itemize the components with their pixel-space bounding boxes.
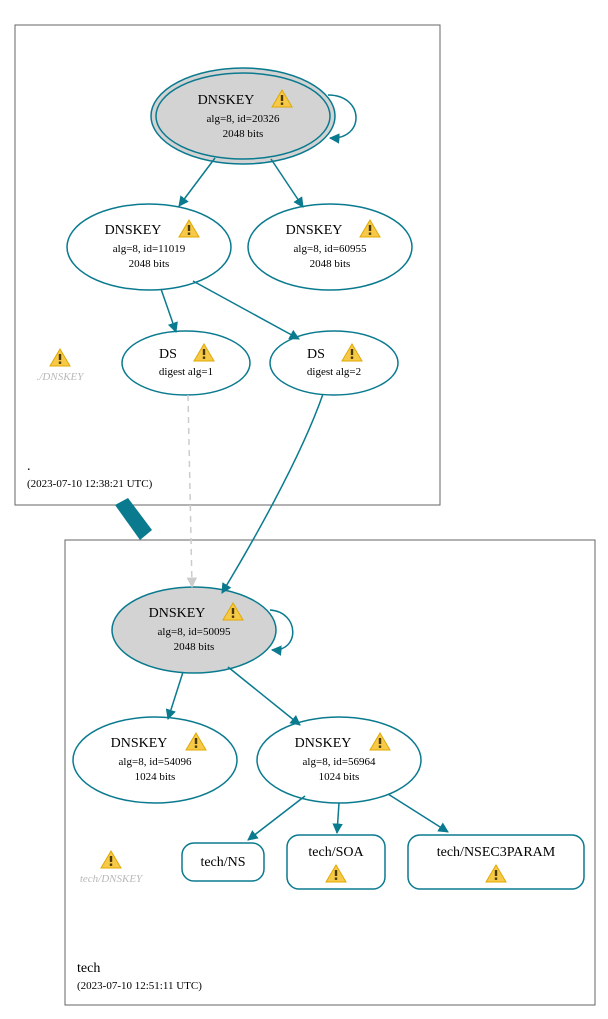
tech-soa-title: tech/SOA [308, 845, 364, 860]
edge-techksk-zsk2 [228, 667, 300, 725]
ds1-title: DS [159, 347, 177, 362]
tech-ksk-title: DNSKEY [149, 606, 206, 621]
root-zsk2-alg: alg=8, id=60955 [294, 243, 367, 255]
edge-rootksk-zsk1 [179, 158, 215, 206]
node-tech-ns: tech/NS [182, 843, 264, 881]
edge-zsk1-ds1 [161, 289, 176, 332]
ghost-tech-label: tech/DNSKEY [80, 873, 144, 885]
root-ksk-bits: 2048 bits [223, 128, 264, 140]
node-ds2: DS digest alg=2 [270, 331, 398, 395]
node-root-zsk2: DNSKEY alg=8, id=60955 2048 bits [248, 204, 412, 290]
root-zsk2-bits: 2048 bits [310, 258, 351, 270]
ds2-alg: digest alg=2 [307, 366, 361, 378]
node-ds1: DS digest alg=1 [122, 331, 250, 395]
root-zsk1-title: DNSKEY [105, 223, 162, 238]
tech-zsk1-title: DNSKEY [111, 736, 168, 751]
node-tech-nsec3param: tech/NSEC3PARAM [408, 835, 584, 889]
edge-zsk1-ds2 [193, 281, 299, 339]
ghost-root-label: ./DNSKEY [37, 371, 86, 383]
tech-zsk1-bits: 1024 bits [135, 771, 176, 783]
ghost-tech-dnskey: tech/DNSKEY [80, 851, 144, 885]
node-root-zsk1: DNSKEY alg=8, id=11019 2048 bits [67, 204, 231, 290]
tech-ksk-alg: alg=8, id=50095 [158, 626, 231, 638]
edge-zsk2-ns [248, 796, 305, 840]
warning-icon [101, 851, 121, 868]
edge-zsk2-soa [337, 803, 339, 833]
edge-ds1-techksk [188, 395, 192, 587]
warning-icon [50, 349, 70, 366]
node-tech-soa: tech/SOA [287, 835, 385, 889]
root-zsk1-bits: 2048 bits [129, 258, 170, 270]
tech-n3p-title: tech/NSEC3PARAM [437, 845, 556, 860]
zone-root-time: (2023-07-10 12:38:21 UTC) [27, 478, 153, 490]
tech-zsk2-alg: alg=8, id=56964 [303, 756, 376, 768]
node-tech-zsk1: DNSKEY alg=8, id=54096 1024 bits [73, 717, 237, 803]
zone-entry-arrow [115, 498, 152, 540]
edge-rootksk-zsk2 [271, 159, 303, 207]
tech-ksk-bits: 2048 bits [174, 641, 215, 653]
ds2-title: DS [307, 347, 325, 362]
tech-ns-title: tech/NS [200, 855, 245, 870]
edge-techksk-zsk1 [168, 672, 183, 719]
ds1-alg: digest alg=1 [159, 366, 213, 378]
node-root-ksk: DNSKEY alg=8, id=20326 2048 bits [151, 68, 335, 164]
node-tech-ksk: DNSKEY alg=8, id=50095 2048 bits [112, 587, 276, 673]
edge-zsk2-n3p [388, 794, 448, 832]
root-zsk1-alg: alg=8, id=11019 [113, 243, 186, 255]
root-ksk-alg: alg=8, id=20326 [207, 113, 280, 125]
tech-zsk2-title: DNSKEY [295, 736, 352, 751]
zone-root-name: . [27, 459, 31, 474]
root-zsk2-title: DNSKEY [286, 223, 343, 238]
root-ksk-title: DNSKEY [198, 93, 255, 108]
zone-tech-time: (2023-07-10 12:51:11 UTC) [77, 980, 202, 992]
tech-zsk1-alg: alg=8, id=54096 [119, 756, 192, 768]
edge-ds2-techksk [222, 394, 323, 593]
tech-zsk2-bits: 1024 bits [319, 771, 360, 783]
ghost-root-dnskey: ./DNSKEY [37, 349, 86, 383]
node-tech-zsk2: DNSKEY alg=8, id=56964 1024 bits [257, 717, 421, 803]
zone-tech-name: tech [77, 961, 100, 976]
